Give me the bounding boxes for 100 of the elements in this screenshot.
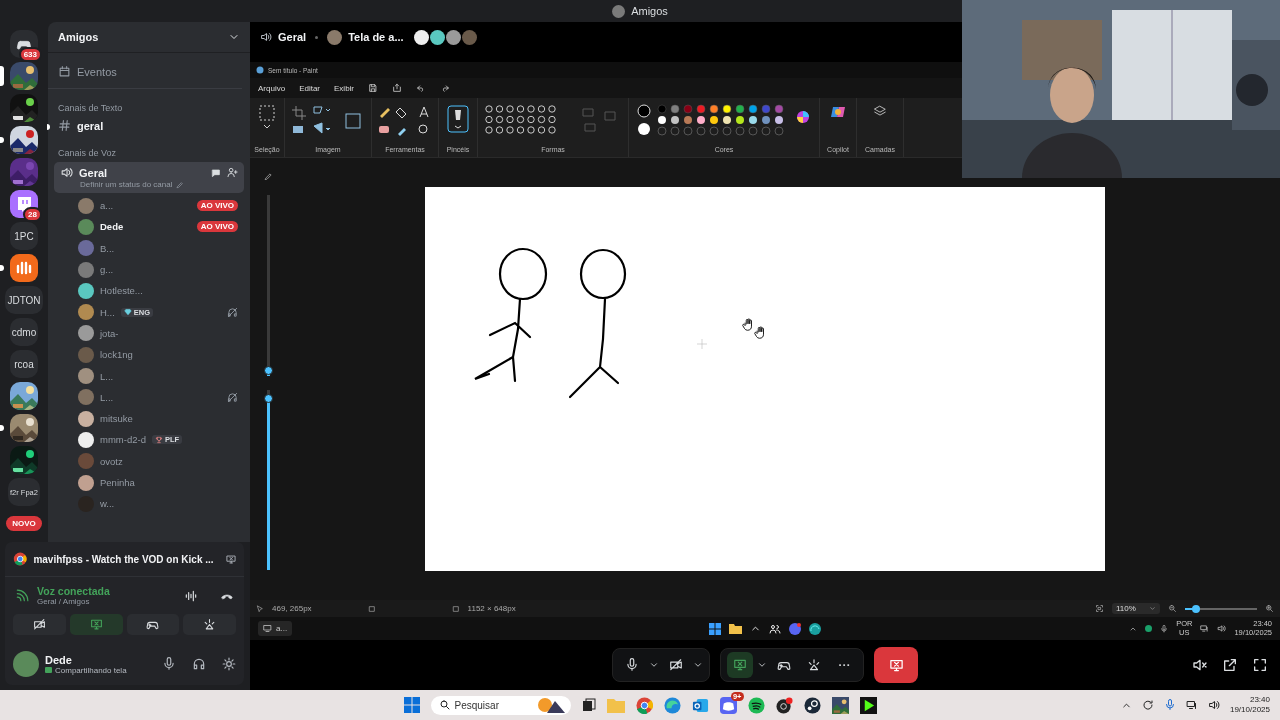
recording-app-icon[interactable]	[775, 696, 793, 714]
redo-icon[interactable]	[440, 83, 451, 93]
member-name[interactable]: jota-	[100, 327, 119, 339]
palette-drawing[interactable]	[636, 104, 812, 138]
mute-icon[interactable]	[1192, 657, 1208, 673]
mic-icon[interactable]	[162, 657, 176, 671]
server-icon[interactable]	[10, 94, 38, 122]
member-name[interactable]: a...	[100, 200, 114, 212]
layers-icon[interactable]	[873, 104, 887, 118]
member-name[interactable]: w...	[100, 498, 115, 510]
category-header[interactable]: Canais de Voz	[48, 134, 250, 162]
channel-path[interactable]: Geral / Amigos	[37, 597, 110, 606]
fullscreen-icon[interactable]	[1252, 657, 1268, 673]
member-name[interactable]: L...	[100, 370, 114, 382]
volume-icon[interactable]	[1217, 624, 1227, 633]
waveform-icon[interactable]	[184, 588, 198, 603]
category-header[interactable]: Canais de Texto	[48, 89, 250, 117]
fit-to-window-icon[interactable]	[1095, 604, 1104, 613]
server-icon[interactable]: cdmo	[9, 318, 39, 346]
chat-bubble-logo-icon	[10, 190, 38, 218]
windows-icon[interactable]	[709, 622, 721, 635]
zoom-dropdown[interactable]: 110%	[1112, 603, 1160, 614]
pop-out-icon[interactable]	[1222, 657, 1238, 673]
menu-item[interactable]: Editar	[299, 83, 321, 93]
menu-item[interactable]: Arquivo	[258, 83, 286, 93]
chevron-down-icon	[1149, 605, 1156, 612]
mail-icon[interactable]	[691, 696, 709, 714]
add-user-icon[interactable]	[227, 167, 238, 178]
people-icon[interactable]	[769, 622, 781, 635]
selection-size-icon	[367, 604, 376, 613]
status-icon	[45, 667, 52, 673]
headphones-icon[interactable]	[192, 657, 206, 671]
selection-icon[interactable]	[258, 104, 276, 130]
member-name[interactable]: mitsuke	[100, 413, 133, 425]
chat-bubble-icon[interactable]	[211, 167, 221, 178]
task-view-icon[interactable]	[581, 698, 596, 712]
play-app-icon[interactable]	[859, 696, 877, 714]
stop-stream-button[interactable]	[874, 647, 918, 683]
gamepad-button[interactable]	[126, 614, 180, 635]
server-icon[interactable]: JDTON	[5, 286, 43, 314]
server-icon[interactable]: 633	[10, 30, 38, 58]
window-tab[interactable]: a...	[258, 621, 293, 636]
avatar	[78, 368, 94, 384]
copilot-icon[interactable]	[830, 104, 846, 120]
member-name[interactable]: Peninha	[100, 477, 135, 488]
network-icon[interactable]	[1200, 624, 1210, 633]
mic-icon[interactable]	[1163, 699, 1176, 711]
canvas-size-icon	[451, 604, 460, 613]
windows-icon[interactable]	[403, 697, 420, 713]
brush-icon[interactable]	[446, 104, 470, 134]
member-name[interactable]: L...	[100, 391, 114, 403]
voice-channel[interactable]: Geral Definir um status do canal	[54, 162, 244, 193]
game-store-icon[interactable]	[803, 696, 821, 714]
channel-name[interactable]: geral	[77, 119, 104, 132]
avatar	[327, 29, 343, 45]
screen-share-button[interactable]	[69, 614, 123, 635]
share-icon[interactable]	[392, 83, 403, 93]
caret-icon[interactable]	[757, 660, 767, 670]
stop-sharing-icon[interactable]	[225, 552, 236, 566]
caret-icon[interactable]	[693, 660, 703, 670]
wave-browser-icon[interactable]	[663, 696, 681, 714]
member-name[interactable]: Dede	[100, 221, 124, 233]
browser-icon[interactable]	[809, 622, 821, 635]
clock-time[interactable]: 23:40	[1249, 695, 1270, 705]
camera-off-icon	[669, 658, 683, 672]
clock-date[interactable]: 19/10/2025	[1229, 705, 1270, 715]
chat-app-icon[interactable]	[789, 622, 801, 635]
avatar	[78, 431, 94, 448]
stream-name[interactable]: Tela de a...	[348, 31, 404, 43]
screen-share-button[interactable]	[727, 652, 753, 678]
mic-icon[interactable]	[1160, 624, 1169, 633]
member-name[interactable]: g...	[100, 264, 114, 276]
caret-icon[interactable]	[649, 660, 659, 670]
member-name[interactable]: ovotz	[100, 455, 123, 467]
folder-icon[interactable]	[729, 623, 742, 634]
member-name[interactable]: H...	[100, 306, 115, 318]
volume-icon[interactable]	[1207, 699, 1220, 711]
member-name[interactable]: B...	[100, 242, 115, 254]
member-name[interactable]: lock1ng	[100, 349, 133, 361]
server-icon[interactable]: 28	[10, 190, 38, 218]
refresh-icon[interactable]	[1141, 699, 1154, 711]
server-icon[interactable]	[10, 382, 38, 410]
member-name[interactable]: Hotleste...	[100, 285, 143, 297]
menu-item[interactable]: Exibir	[334, 83, 355, 93]
member-name[interactable]: mmm-d2-d	[100, 434, 146, 446]
settings-icon[interactable]	[222, 657, 236, 671]
zoom-in-icon[interactable]	[1265, 604, 1274, 613]
server-icon[interactable]: 1PC	[10, 222, 38, 250]
server-icon[interactable]: rcoa	[10, 350, 38, 378]
server-icon[interactable]	[10, 446, 38, 474]
music-app-icon[interactable]	[747, 696, 765, 714]
avatar	[78, 304, 94, 321]
zoom-out-icon[interactable]	[1168, 604, 1177, 613]
deafened-icon	[227, 391, 238, 403]
network-icon[interactable]	[1185, 699, 1198, 711]
soundboard-button[interactable]	[183, 614, 236, 635]
save-icon[interactable]	[368, 83, 379, 93]
channel-status[interactable]: Definir um status do canal	[80, 180, 173, 189]
camera-off-button[interactable]	[13, 614, 66, 635]
events-item[interactable]: Eventos	[48, 53, 242, 89]
